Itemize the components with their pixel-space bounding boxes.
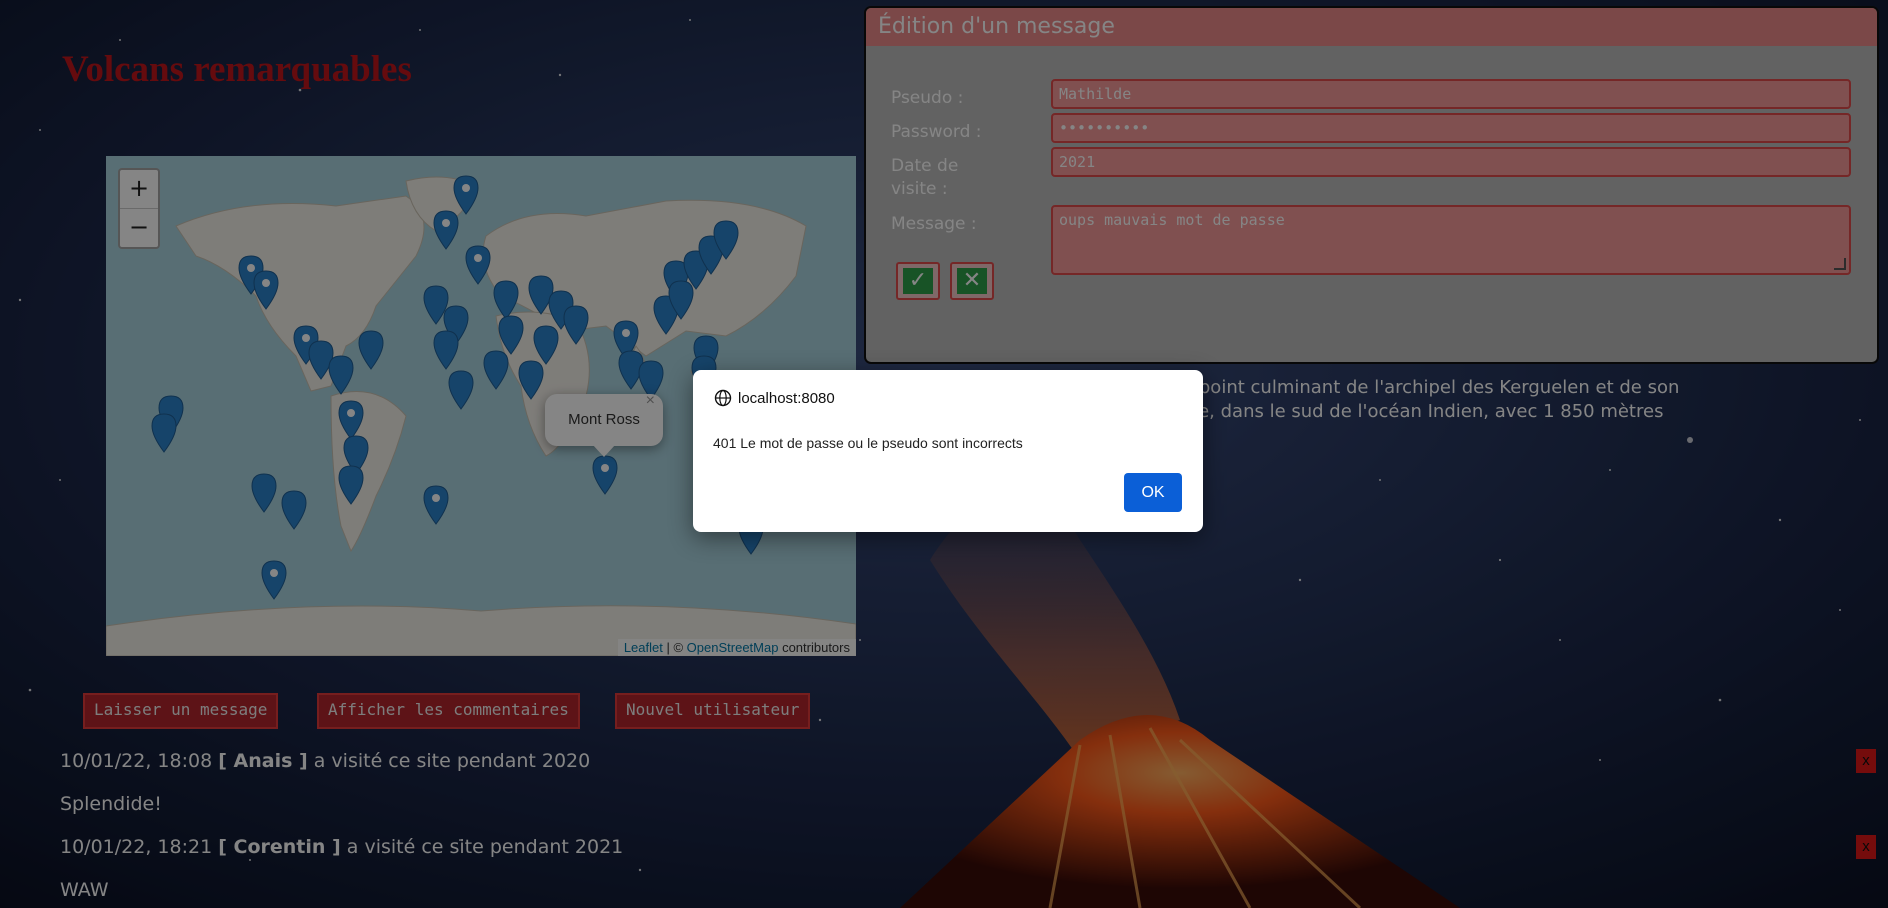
- ok-button[interactable]: OK: [1124, 473, 1182, 512]
- dialog-origin-text: localhost:8080: [738, 390, 835, 407]
- globe-icon: [714, 389, 732, 407]
- dialog-origin: localhost:8080: [714, 389, 835, 407]
- dialog-message: 401 Le mot de passe ou le pseudo sont in…: [713, 435, 1023, 451]
- alert-dialog: localhost:8080 401 Le mot de passe ou le…: [693, 370, 1203, 532]
